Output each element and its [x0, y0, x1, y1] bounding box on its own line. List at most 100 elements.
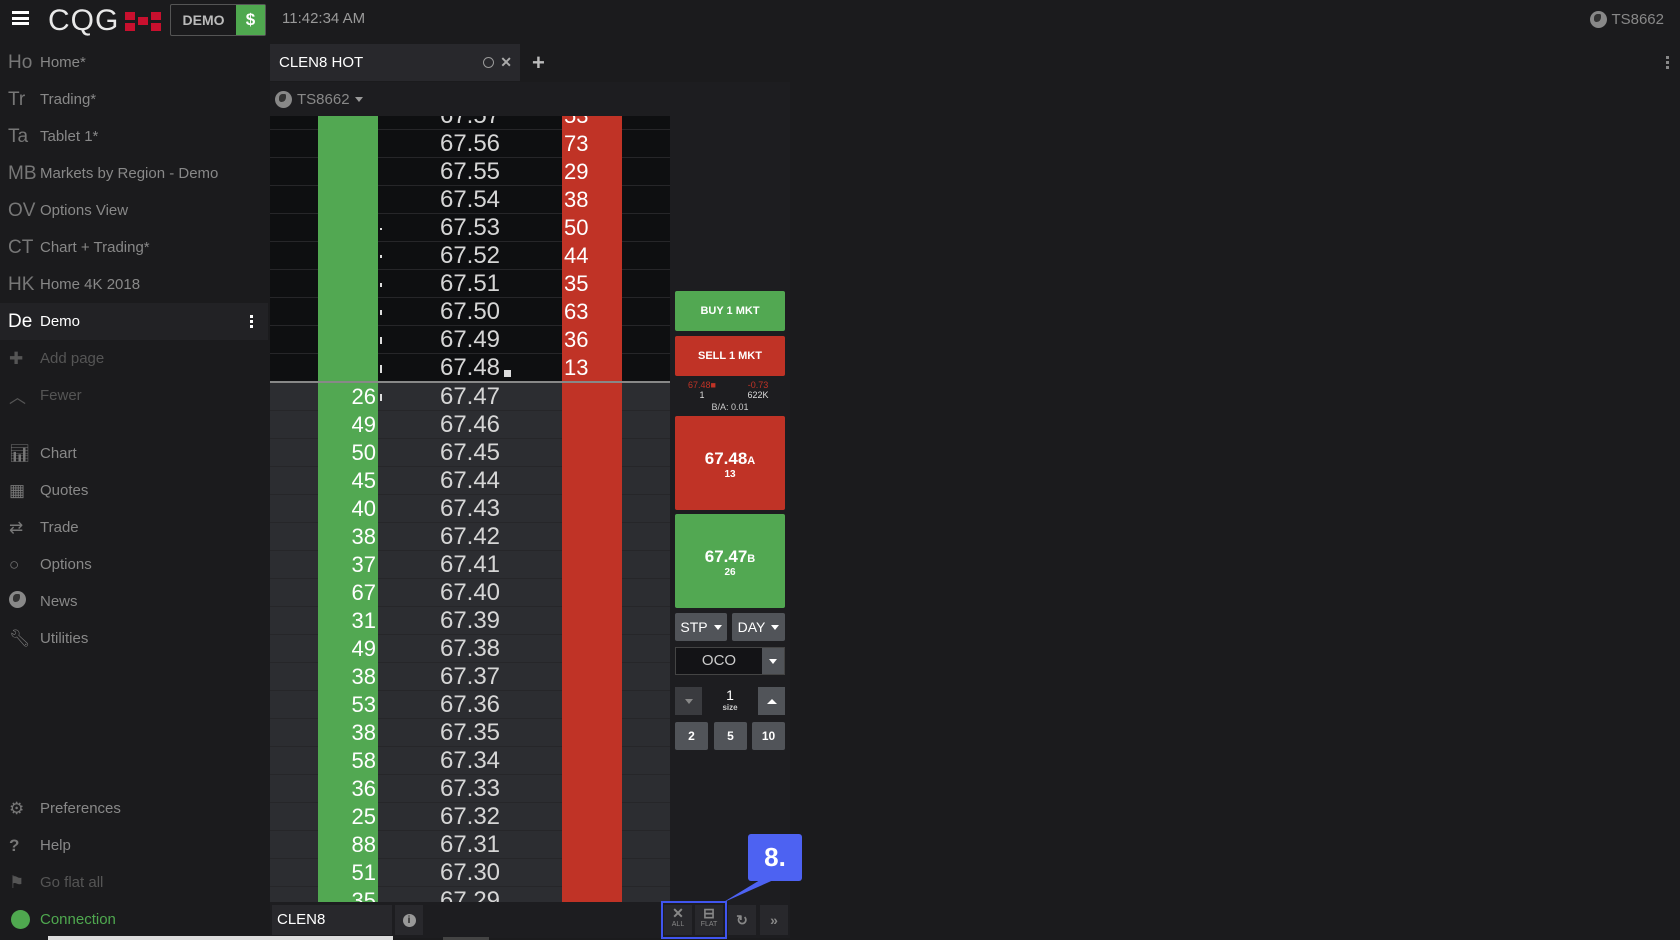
- size-field[interactable]: 1 size: [702, 687, 758, 715]
- link-circle-icon[interactable]: [483, 57, 495, 68]
- ask-cell[interactable]: [562, 439, 622, 467]
- price-cell[interactable]: 67.54: [378, 186, 562, 214]
- sidebar-help[interactable]: ? Help: [0, 827, 268, 864]
- sidebar-tool-news[interactable]: News: [0, 583, 268, 620]
- price-cell[interactable]: 67.49: [378, 326, 562, 354]
- sidebar-preferences[interactable]: ⚙ Preferences: [0, 790, 268, 827]
- ask-cell[interactable]: 63: [562, 298, 622, 326]
- oco-select[interactable]: OCO: [675, 647, 785, 675]
- price-cell[interactable]: 67.34: [378, 747, 562, 775]
- bid-cell[interactable]: 49: [318, 635, 378, 663]
- ask-cell[interactable]: [562, 579, 622, 607]
- quick-size-2[interactable]: 2: [675, 722, 708, 750]
- sidebar-tool-utilities[interactable]: 🔧︎ Utilities: [0, 620, 268, 657]
- bid-cell[interactable]: 25: [318, 803, 378, 831]
- price-ladder[interactable]: 67.575367.567367.552967.543867.535067.52…: [270, 116, 670, 902]
- sidebar-page-trading[interactable]: Tr Trading*: [0, 81, 268, 118]
- price-cell[interactable]: 67.46: [378, 411, 562, 439]
- best-ask-button[interactable]: 67.48A 13: [675, 416, 785, 510]
- quick-size-5[interactable]: 5: [714, 722, 747, 750]
- price-cell[interactable]: 67.35: [378, 719, 562, 747]
- size-increase-button[interactable]: [758, 687, 785, 715]
- price-cell[interactable]: 67.43: [378, 495, 562, 523]
- ask-cell[interactable]: [562, 383, 622, 411]
- order-type-select[interactable]: STP: [675, 613, 727, 641]
- add-page-button[interactable]: ✚ Add page: [0, 340, 268, 377]
- sidebar-page-options-view[interactable]: OV Options View: [0, 192, 268, 229]
- bid-cell[interactable]: 51: [318, 859, 378, 887]
- ask-cell[interactable]: 29: [562, 158, 622, 186]
- ask-cell[interactable]: [562, 887, 622, 902]
- ask-cell[interactable]: [562, 747, 622, 775]
- bid-cell[interactable]: [318, 214, 378, 242]
- ask-cell[interactable]: [562, 719, 622, 747]
- account-indicator[interactable]: TS8662: [1590, 11, 1664, 28]
- bid-cell[interactable]: 88: [318, 831, 378, 859]
- ask-cell[interactable]: 44: [562, 242, 622, 270]
- ask-cell[interactable]: [562, 803, 622, 831]
- price-cell[interactable]: 67.50: [378, 298, 562, 326]
- ask-cell[interactable]: [562, 495, 622, 523]
- quick-size-10[interactable]: 10: [752, 722, 785, 750]
- page-menu-icon[interactable]: [250, 315, 254, 330]
- price-cell[interactable]: 67.37: [378, 663, 562, 691]
- ask-cell[interactable]: 38: [562, 186, 622, 214]
- ask-cell[interactable]: [562, 859, 622, 887]
- price-cell[interactable]: 67.45: [378, 439, 562, 467]
- sidebar-tool-options[interactable]: ○ Options: [0, 546, 268, 583]
- sell-market-button[interactable]: SELL 1 MKT: [675, 336, 785, 376]
- bid-cell[interactable]: [318, 326, 378, 354]
- bid-cell[interactable]: [318, 116, 378, 130]
- price-cell[interactable]: 67.38: [378, 635, 562, 663]
- price-cell[interactable]: 67.52: [378, 242, 562, 270]
- bid-cell[interactable]: 38: [318, 663, 378, 691]
- close-icon[interactable]: ✕: [500, 54, 512, 71]
- horizontal-scrollbar[interactable]: [48, 936, 393, 940]
- price-cell[interactable]: 67.40: [378, 579, 562, 607]
- bid-cell[interactable]: 38: [318, 719, 378, 747]
- ask-cell[interactable]: [562, 523, 622, 551]
- bid-cell[interactable]: [318, 242, 378, 270]
- ask-cell[interactable]: [562, 467, 622, 495]
- sidebar-go-flat-all[interactable]: ⚑ Go flat all: [0, 864, 268, 901]
- buy-market-button[interactable]: BUY 1 MKT: [675, 291, 785, 331]
- price-cell[interactable]: 67.55: [378, 158, 562, 186]
- bid-cell[interactable]: 31: [318, 607, 378, 635]
- ask-cell[interactable]: 53: [562, 116, 622, 130]
- sidebar-tool-quotes[interactable]: ▦ Quotes: [0, 472, 268, 509]
- price-cell[interactable]: 67.30: [378, 859, 562, 887]
- ask-cell[interactable]: 73: [562, 130, 622, 158]
- bid-cell[interactable]: 36: [318, 775, 378, 803]
- price-cell[interactable]: 67.32: [378, 803, 562, 831]
- bid-cell[interactable]: 35: [318, 887, 378, 902]
- sidebar-page-home-4k[interactable]: HK Home 4K 2018: [0, 266, 268, 303]
- size-decrease-button[interactable]: [675, 687, 702, 715]
- sidebar-page-chart-trading[interactable]: CT Chart + Trading*: [0, 229, 268, 266]
- ask-cell[interactable]: [562, 691, 622, 719]
- bid-cell[interactable]: 40: [318, 495, 378, 523]
- flatten-button[interactable]: ⊟ FLAT: [695, 905, 723, 935]
- bid-cell[interactable]: 50: [318, 439, 378, 467]
- add-tab-button[interactable]: +: [532, 50, 545, 76]
- sidebar-page-markets-by-region[interactable]: MB Markets by Region - Demo: [0, 155, 268, 192]
- sidebar-page-home[interactable]: Ho Home*: [0, 44, 268, 81]
- price-cell[interactable]: 67.42: [378, 523, 562, 551]
- account-selector[interactable]: TS8662: [270, 82, 790, 116]
- price-cell[interactable]: 67.31: [378, 831, 562, 859]
- info-button[interactable]: i: [395, 905, 423, 935]
- oco-dropdown-button[interactable]: [762, 648, 784, 674]
- ask-cell[interactable]: [562, 551, 622, 579]
- price-cell[interactable]: 67.47: [378, 383, 562, 411]
- sidebar-page-demo[interactable]: De Demo: [0, 303, 268, 340]
- ask-cell[interactable]: 36: [562, 326, 622, 354]
- price-cell[interactable]: 67.56: [378, 130, 562, 158]
- sidebar-connection[interactable]: Connection: [0, 901, 268, 938]
- bid-cell[interactable]: [318, 270, 378, 298]
- expand-button[interactable]: »: [760, 905, 788, 935]
- price-cell[interactable]: 67.51: [378, 270, 562, 298]
- bid-cell[interactable]: 53: [318, 691, 378, 719]
- bid-cell[interactable]: [318, 130, 378, 158]
- best-bid-button[interactable]: 67.47B 26: [675, 514, 785, 608]
- symbol-input[interactable]: CLEN8: [272, 905, 392, 935]
- price-cell[interactable]: 67.33: [378, 775, 562, 803]
